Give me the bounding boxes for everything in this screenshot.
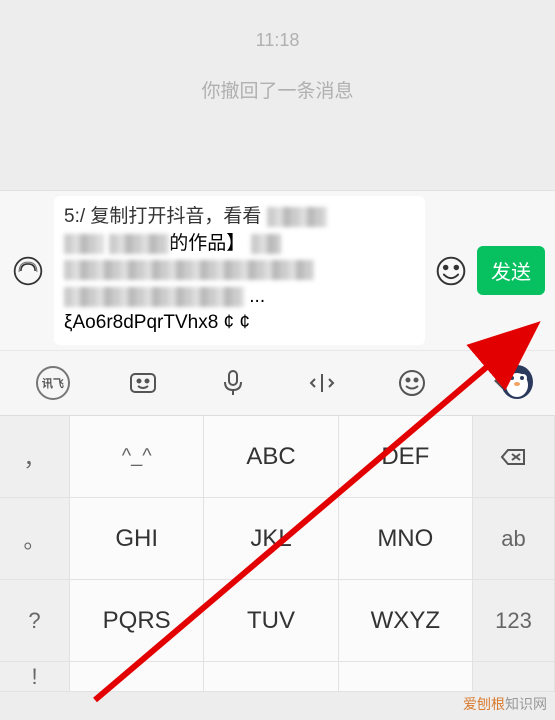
smile-icon[interactable] (394, 365, 430, 401)
ime-brand-badge[interactable]: 讯飞 (35, 365, 71, 401)
key-123-mode[interactable]: 123 (473, 580, 555, 662)
ime-toolbar: 讯飞 (0, 350, 555, 415)
keyboard: ， ^_^ ABC DEF 。 GHI JKL MNO ab ? PQRS TU… (0, 415, 555, 692)
cursor-move-icon[interactable] (304, 365, 340, 401)
voice-input-icon[interactable] (10, 253, 46, 289)
key-pqrs[interactable]: PQRS (70, 580, 204, 662)
microphone-icon[interactable] (215, 365, 251, 401)
key-ghi[interactable]: GHI (70, 498, 204, 580)
key-question[interactable]: ? (0, 580, 70, 662)
recall-notice: 你撤回了一条消息 (0, 76, 555, 103)
key-tuv[interactable]: TUV (204, 580, 338, 662)
emoji-picker-icon[interactable] (433, 253, 469, 289)
watermark: 爱刨根知识网 (463, 694, 547, 714)
key-comma[interactable]: ， (0, 416, 70, 498)
key-period[interactable]: 。 (0, 498, 70, 580)
key-wxyz[interactable]: WXYZ (339, 580, 473, 662)
message-timestamp: 11:18 (0, 30, 555, 51)
key-abc[interactable]: ABC (204, 416, 338, 498)
input-bar: 5:/ 复制打开抖音，看看 的作品】 ... ξAo6r8dPqrTVhx8 ¢… (0, 190, 555, 350)
send-button[interactable]: 发送 (477, 246, 545, 295)
key-jkl[interactable]: JKL (204, 498, 338, 580)
keyboard-face-icon[interactable] (125, 365, 161, 401)
key-def[interactable]: DEF (339, 416, 473, 498)
message-input[interactable]: 5:/ 复制打开抖音，看看 的作品】 ... ξAo6r8dPqrTVhx8 ¢… (54, 196, 425, 345)
key-mno[interactable]: MNO (339, 498, 473, 580)
sticker-penguin[interactable] (497, 360, 537, 400)
key-backspace[interactable] (473, 416, 555, 498)
key-emoticon[interactable]: ^_^ (70, 416, 204, 498)
key-ab-mode[interactable]: ab (473, 498, 555, 580)
key-exclaim[interactable]: ! (0, 662, 70, 692)
chat-area: 11:18 你撤回了一条消息 (0, 0, 555, 190)
